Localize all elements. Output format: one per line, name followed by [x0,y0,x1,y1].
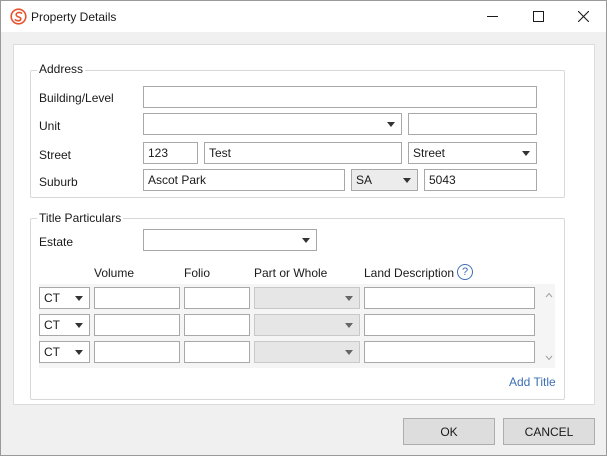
land-description-input[interactable] [364,287,535,309]
add-title-link[interactable]: Add Title [509,375,556,389]
chevron-down-icon [522,151,530,156]
street-name-input[interactable] [204,142,402,164]
unit-label: Unit [39,119,61,133]
minimize-icon [486,16,498,17]
cancel-button[interactable]: CANCEL [503,418,595,445]
chevron-down-icon [75,323,83,328]
building-level-input[interactable] [143,86,537,108]
title-bar: Property Details [1,1,606,32]
state-select[interactable]: SA [351,169,418,191]
chevron-down-icon [75,350,83,355]
title-particulars-label: Title Particulars [37,211,124,225]
chevron-down-icon [403,178,411,183]
close-icon [577,11,589,22]
chevron-down-icon [345,350,353,355]
chevron-down-icon [345,323,353,328]
column-header-land-description: Land Description [364,266,455,280]
street-number-input[interactable] [143,142,198,164]
volume-input[interactable] [94,341,180,363]
close-button[interactable] [560,1,606,32]
title-type-select[interactable]: CT [39,314,90,336]
column-header-part-or-whole: Part or Whole [254,266,328,280]
part-or-whole-select[interactable] [254,341,360,363]
folio-input[interactable] [184,341,250,363]
title-type-select[interactable]: CT [39,287,90,309]
app-logo-icon [10,8,27,25]
building-level-label: Building/Level [39,91,114,105]
chevron-down-icon [345,296,353,301]
state-value: SA [356,173,373,187]
window-title: Property Details [31,10,117,24]
title-type-select[interactable]: CT [39,341,90,363]
chevron-down-icon [387,122,395,127]
folio-input[interactable] [184,287,250,309]
street-label: Street [39,148,72,162]
help-icon[interactable]: ? [457,264,473,280]
volume-input[interactable] [94,287,180,309]
postcode-input[interactable] [424,169,537,191]
unit-type-select[interactable] [143,113,402,135]
column-header-folio: Folio [184,266,211,280]
suburb-label: Suburb [39,175,78,189]
address-group-label: Address [37,62,86,76]
street-type-value: Street [413,146,446,160]
minimize-button[interactable] [469,1,515,32]
maximize-icon [532,11,544,22]
title-type-value: CT [44,291,60,305]
part-or-whole-select[interactable] [254,314,360,336]
folio-input[interactable] [184,314,250,336]
chevron-down-icon [75,296,83,301]
suburb-input[interactable] [143,169,345,191]
ok-button[interactable]: OK [403,418,495,445]
chevron-down-icon [302,238,310,243]
property-details-window: Property Details Address Building/Level … [0,0,607,456]
scroll-down-button[interactable] [544,353,554,363]
column-header-volume: Volume [94,266,135,280]
maximize-button[interactable] [515,1,561,32]
street-type-select[interactable]: Street [408,142,537,164]
chevron-down-icon [545,355,553,361]
estate-label: Estate [39,235,74,249]
scroll-up-button[interactable] [544,290,554,300]
title-type-value: CT [44,318,60,332]
title-type-value: CT [44,345,60,359]
volume-input[interactable] [94,314,180,336]
land-description-input[interactable] [364,341,535,363]
chevron-up-icon [545,292,553,298]
estate-select[interactable] [143,229,317,251]
land-description-input[interactable] [364,314,535,336]
unit-number-input[interactable] [408,113,537,135]
part-or-whole-select[interactable] [254,287,360,309]
